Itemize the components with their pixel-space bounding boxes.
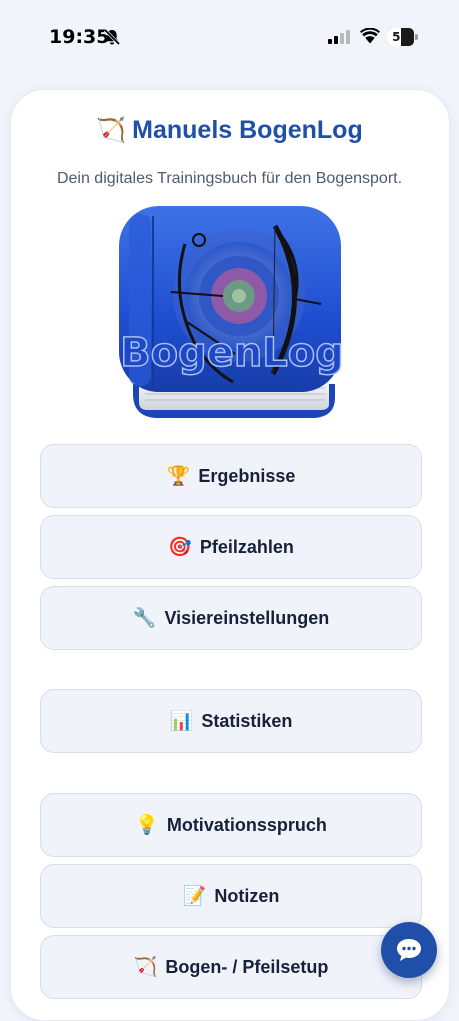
button-label: Ergebnisse: [198, 465, 296, 486]
button-label: Statistiken: [201, 710, 293, 731]
trophy-icon: 🏆: [166, 465, 191, 487]
lightbulb-icon: 💡: [135, 814, 159, 836]
button-label: Pfeilzahlen: [199, 536, 294, 557]
bow-arrow-icon: 🏹: [133, 956, 158, 978]
button-label: Visiereinstellungen: [164, 607, 330, 628]
bow-arrow-icon: 🏹: [96, 117, 127, 144]
bell-slash-icon: [103, 28, 121, 46]
visiereinstellungen-button[interactable]: 🔧 Visiereinstellungen: [40, 586, 422, 650]
wrench-icon: 🔧: [132, 607, 157, 629]
pfeilzahlen-button[interactable]: 🎯 Pfeilzahlen: [40, 515, 422, 579]
battery-level: 53: [392, 30, 409, 44]
page-subtitle: Dein digitales Trainingsbuch für den Bog…: [56, 170, 403, 187]
target-icon: 🎯: [168, 536, 192, 558]
signal-icon: [328, 30, 350, 44]
button-label: Motivationsspruch: [166, 814, 327, 835]
wifi-icon: [360, 28, 380, 44]
button-label: Bogen- / Pfeilsetup: [165, 956, 329, 977]
bar-chart-icon: 📊: [169, 710, 194, 732]
status-bar: 19:35 53: [0, 0, 459, 74]
memo-icon: 📝: [182, 885, 207, 907]
status-time: 19:35: [49, 26, 110, 48]
motivationsspruch-button[interactable]: 💡 Motivationsspruch: [40, 793, 422, 857]
page-title-text: Manuels BogenLog: [132, 116, 363, 144]
chat-bubble-icon: [397, 939, 421, 961]
chat-button[interactable]: [381, 922, 437, 978]
ergebnisse-button[interactable]: 🏆 Ergebnisse: [40, 444, 422, 508]
battery-icon: 53: [387, 28, 419, 46]
button-label: Notizen: [214, 885, 280, 906]
page-title: 🏹 Manuels BogenLog: [0, 116, 459, 145]
bogen-pfeilsetup-button[interactable]: 🏹 Bogen- / Pfeilsetup: [40, 935, 422, 999]
statistiken-button[interactable]: 📊 Statistiken: [40, 689, 422, 753]
notizen-button[interactable]: 📝 Notizen: [40, 864, 422, 928]
app-logo: BogenLog: [119, 206, 345, 418]
logo-text: BogenLog: [120, 330, 344, 376]
